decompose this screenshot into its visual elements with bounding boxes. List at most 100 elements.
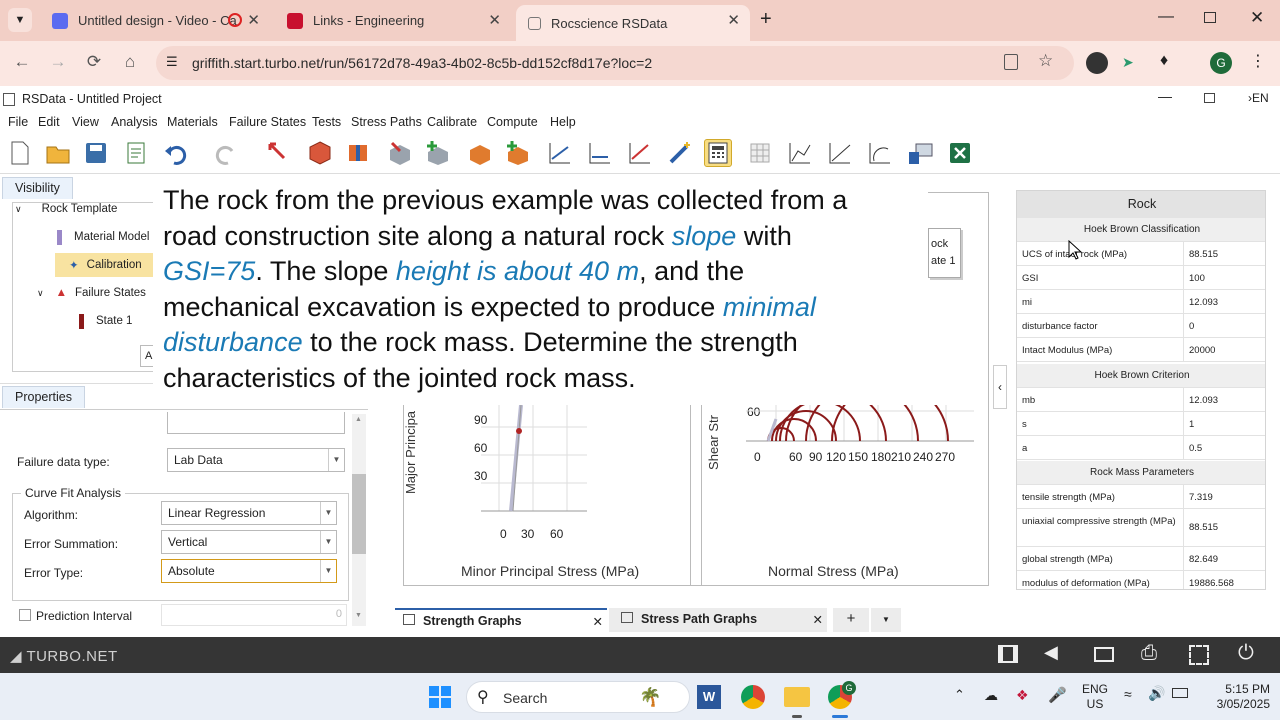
grid-table-icon[interactable]: [746, 139, 774, 167]
app-restore-icon[interactable]: [1204, 93, 1215, 103]
calculator-icon[interactable]: [704, 139, 732, 167]
battery-icon[interactable]: [1172, 688, 1188, 698]
print-icon[interactable]: ⎙: [1141, 642, 1157, 665]
tray-chevron-up-icon[interactable]: ⌃: [954, 687, 965, 703]
tab-visibility[interactable]: Visibility: [2, 177, 73, 199]
url-omnibox[interactable]: ☰ griffith.start.turbo.net/run/56172d78-…: [156, 46, 1074, 80]
word-icon[interactable]: W: [697, 685, 721, 709]
blank-field[interactable]: [167, 412, 345, 434]
menu-edit[interactable]: Edit: [38, 115, 60, 129]
close-tab-icon[interactable]: ✕: [247, 11, 260, 29]
add-stress-path-icon[interactable]: [586, 139, 614, 167]
close-tab-icon[interactable]: ✕: [593, 614, 603, 629]
menu-stress-paths[interactable]: Stress Paths: [351, 115, 422, 129]
tree-item-calibration[interactable]: ✦ Calibration: [55, 253, 167, 277]
error-type-select[interactable]: Absolute ▼: [161, 559, 337, 583]
bookmark-star-icon[interactable]: ☆: [1038, 51, 1053, 71]
select-tool-icon[interactable]: [264, 139, 292, 167]
close-tab-icon[interactable]: ✕: [727, 11, 740, 29]
clipboard-icon[interactable]: [1004, 54, 1018, 70]
tree-item-state-1[interactable]: State 1: [79, 309, 132, 333]
clock[interactable]: 5:15 PM 3/05/2025: [1206, 682, 1270, 712]
add-test-icon[interactable]: [504, 139, 532, 167]
close-tab-icon[interactable]: ✕: [813, 612, 823, 627]
extension-color-icon[interactable]: ➤: [1122, 54, 1134, 71]
wifi-icon[interactable]: ≈: [1124, 686, 1132, 702]
taskbar-search[interactable]: ⚲ Search 🌴: [466, 681, 690, 713]
collapse-panel-icon[interactable]: ‹: [993, 365, 1007, 409]
calibrate-wand-icon[interactable]: [666, 139, 694, 167]
menu-help[interactable]: Help: [550, 115, 576, 129]
expand-chevron-icon[interactable]: ∨: [15, 204, 22, 215]
close-tab-icon[interactable]: ✕: [488, 11, 501, 29]
menu-calibrate[interactable]: Calibrate: [427, 115, 477, 129]
close-window-icon[interactable]: ✕: [1250, 8, 1264, 28]
report-icon[interactable]: [122, 139, 150, 167]
profile-avatar[interactable]: G: [1210, 52, 1232, 74]
stress-path-icon[interactable]: [546, 139, 574, 167]
app-lang-indicator[interactable]: ›EN: [1248, 91, 1269, 105]
new-tab-button[interactable]: +: [760, 8, 772, 31]
file-explorer-icon[interactable]: [784, 687, 810, 707]
tree-item-rock-template[interactable]: ∨ Rock Template: [15, 197, 117, 221]
properties-scrollbar[interactable]: ▲ ▼: [352, 414, 366, 626]
graph-ce-icon[interactable]: [866, 139, 894, 167]
extension-dark-icon[interactable]: [1086, 52, 1108, 74]
browser-menu-icon[interactable]: ⋮: [1250, 51, 1266, 71]
chrome-icon[interactable]: [741, 685, 765, 709]
scroll-down-icon[interactable]: ▼: [355, 612, 362, 619]
scroll-up-icon[interactable]: ▲: [355, 416, 362, 423]
expand-chevron-icon[interactable]: ∨: [37, 288, 44, 299]
edit-stress-path-icon[interactable]: [626, 139, 654, 167]
undo-icon[interactable]: [162, 139, 190, 167]
tab-stress-path-graphs[interactable]: Stress Path Graphs ✕: [609, 608, 827, 632]
graph-axes-icon[interactable]: [786, 139, 814, 167]
tab-rsdata[interactable]: Rocscience RSData ✕: [516, 5, 750, 41]
minimize-window-icon[interactable]: —: [1158, 8, 1174, 26]
open-folder-icon[interactable]: [44, 139, 72, 167]
algorithm-select[interactable]: Linear Regression ▼: [161, 501, 337, 525]
folder-icon[interactable]: [1094, 647, 1114, 662]
redo-icon[interactable]: [212, 139, 240, 167]
graph-line-icon[interactable]: [826, 139, 854, 167]
menu-view[interactable]: View: [72, 115, 99, 129]
power-icon[interactable]: ⏻: [1238, 642, 1254, 665]
material-cube-icon[interactable]: [306, 139, 334, 167]
material-box-icon[interactable]: [344, 139, 372, 167]
onedrive-icon[interactable]: ☁: [984, 687, 998, 704]
home-icon[interactable]: ⌂: [118, 52, 142, 72]
volume-icon[interactable]: 🔊: [1148, 685, 1165, 702]
tab-search-button[interactable]: ▼: [8, 8, 32, 32]
add-graph-tab-button[interactable]: +: [833, 608, 869, 632]
add-failure-state-icon[interactable]: [424, 139, 452, 167]
restore-window-icon[interactable]: [1204, 12, 1216, 23]
tab-dropdown-button[interactable]: ▼: [871, 608, 901, 632]
forward-arrow-icon[interactable]: →: [46, 52, 70, 72]
menu-file[interactable]: File: [8, 115, 28, 129]
windows-start-icon[interactable]: [428, 685, 452, 712]
site-info-icon[interactable]: ☰: [166, 54, 178, 70]
menu-analysis[interactable]: Analysis: [111, 115, 158, 129]
tree-item-failure-states[interactable]: ∨ ▲ Failure States: [37, 281, 146, 305]
tray-app-icon[interactable]: ❖: [1016, 687, 1029, 704]
tree-item-material-model[interactable]: Material Model: [57, 225, 149, 249]
app-minimize-icon[interactable]: —: [1158, 88, 1172, 104]
back-arrow-icon[interactable]: ←: [10, 52, 34, 72]
prediction-interval-input[interactable]: 0: [161, 604, 347, 626]
menu-materials[interactable]: Materials: [167, 115, 218, 129]
input-language[interactable]: ENG US: [1082, 682, 1108, 712]
extensions-puzzle-icon[interactable]: ♦: [1160, 52, 1168, 70]
failure-data-type-select[interactable]: Lab Data ▼: [167, 448, 345, 472]
scroll-thumb[interactable]: [352, 474, 366, 554]
excel-icon[interactable]: [946, 139, 974, 167]
microphone-icon[interactable]: 🎤: [1048, 686, 1067, 704]
error-summation-select[interactable]: Vertical ▼: [161, 530, 337, 554]
test-icon[interactable]: [466, 139, 494, 167]
menu-tests[interactable]: Tests: [312, 115, 341, 129]
tab-properties[interactable]: Properties: [2, 386, 85, 408]
tab-strength-graphs[interactable]: Strength Graphs ✕: [395, 608, 607, 632]
fullscreen-icon[interactable]: [1189, 645, 1209, 665]
tab-links[interactable]: Links - Engineering ✕: [275, 5, 511, 36]
menu-failure-states[interactable]: Failure States: [229, 115, 306, 129]
export-icon[interactable]: [906, 139, 934, 167]
